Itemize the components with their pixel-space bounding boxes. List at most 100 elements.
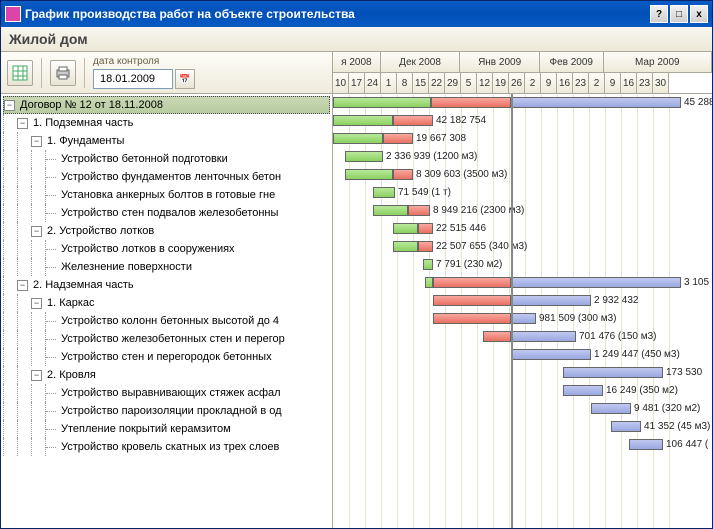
- gantt-bar[interactable]: [345, 169, 393, 180]
- month-header: Фев 2009: [540, 52, 604, 73]
- day-header: 10: [333, 73, 349, 94]
- gantt-bar[interactable]: 19 667 308: [383, 133, 413, 144]
- gantt-bar[interactable]: 71 549 (1 т): [373, 187, 395, 198]
- tree-row[interactable]: −1. Каркас: [3, 294, 330, 312]
- gantt-bar[interactable]: 22 507 655 (340 м3): [418, 241, 433, 252]
- tree-row[interactable]: −2. Надземная часть: [3, 276, 330, 294]
- bar-value-label: 106 447 (: [666, 439, 708, 450]
- gantt-bar[interactable]: 173 530: [563, 367, 663, 378]
- tree-label: 1. Подземная часть: [31, 116, 135, 130]
- separator: [41, 58, 42, 88]
- tree-row[interactable]: Утепление покрытий керамзитом: [3, 420, 330, 438]
- tree-row[interactable]: Устройство колонн бетонных высотой до 4: [3, 312, 330, 330]
- gantt-row: 106 447 (: [333, 436, 712, 454]
- day-header: 15: [413, 73, 429, 94]
- tree-label: Устройство стен и перегородок бетонных: [59, 350, 274, 364]
- tree-row[interactable]: −2. Устройство лотков: [3, 222, 330, 240]
- print-button[interactable]: [50, 60, 76, 86]
- gantt-bar[interactable]: [433, 277, 511, 288]
- help-button[interactable]: ?: [650, 5, 668, 23]
- tree-label: Устройство фундаментов ленточных бетон: [59, 170, 283, 184]
- bar-value-label: 9 481 (320 м2): [634, 403, 700, 414]
- gantt-bar[interactable]: 106 447 (: [629, 439, 663, 450]
- tree-row[interactable]: Устройство выравнивающих стяжек асфал: [3, 384, 330, 402]
- gantt-bar[interactable]: [483, 331, 511, 342]
- print-icon: [55, 65, 71, 81]
- tree-toggle[interactable]: −: [31, 298, 42, 309]
- tree-row[interactable]: Устройство стен подвалов железобетонны: [3, 204, 330, 222]
- gantt-bar[interactable]: 9 481 (320 м2): [591, 403, 631, 414]
- gantt-bar[interactable]: 3 105 962: [511, 277, 681, 288]
- tree-row[interactable]: −1. Фундаменты: [3, 132, 330, 150]
- day-header: 30: [653, 73, 669, 94]
- gantt-bar[interactable]: [393, 223, 418, 234]
- bar-value-label: 45 288 71: [684, 97, 712, 108]
- tree-toggle[interactable]: −: [31, 136, 42, 147]
- gantt-bar[interactable]: 16 249 (350 м2): [563, 385, 603, 396]
- gantt-chart[interactable]: 45 288 71 42 182 754 19 667 3082 336 939 (…: [333, 94, 712, 528]
- gantt-bar[interactable]: 7 791 (230 м2): [423, 259, 433, 270]
- day-header: 1: [381, 73, 397, 94]
- gantt-bar[interactable]: 41 352 (45 м3): [611, 421, 641, 432]
- gantt-bar[interactable]: 701 476 (150 м3): [511, 331, 576, 342]
- bar-value-label: 41 352 (45 м3): [644, 421, 710, 432]
- toolbar: дата контроля 📅: [1, 52, 332, 94]
- tree-label: Договор № 12 от 18.11.2008: [18, 98, 165, 112]
- tree-toggle[interactable]: −: [17, 280, 28, 291]
- gantt-bar[interactable]: [431, 97, 511, 108]
- gantt-row: 8 309 603 (3500 м3): [333, 166, 712, 184]
- gantt-bar[interactable]: [373, 205, 408, 216]
- close-button[interactable]: x: [690, 5, 708, 23]
- tree-toggle[interactable]: −: [17, 118, 28, 129]
- gantt-bar[interactable]: [333, 97, 431, 108]
- tree-row[interactable]: Устройство пароизоляции прокладной в од: [3, 402, 330, 420]
- gantt-bar[interactable]: [433, 295, 511, 306]
- grid-icon: [12, 65, 28, 81]
- gantt-bar[interactable]: 22 515 446: [418, 223, 433, 234]
- tree-row[interactable]: −1. Подземная часть: [3, 114, 330, 132]
- gantt-bar[interactable]: 981 509 (300 м3): [511, 313, 536, 324]
- control-date-line: [511, 94, 513, 528]
- gantt-bar[interactable]: 45 288 71: [511, 97, 681, 108]
- calendar-button[interactable]: 📅: [175, 69, 195, 89]
- gantt-bar[interactable]: 1 249 447 (450 м3): [511, 349, 591, 360]
- restore-button[interactable]: □: [670, 5, 688, 23]
- tree-row[interactable]: Установка анкерных болтов в готовые гне: [3, 186, 330, 204]
- tree-row[interactable]: Устройство фундаментов ленточных бетон: [3, 168, 330, 186]
- gantt-bar[interactable]: 8 309 603 (3500 м3): [393, 169, 413, 180]
- tree-label: 1. Фундаменты: [45, 134, 126, 148]
- tree-row[interactable]: Железнение поверхности: [3, 258, 330, 276]
- tree-toggle[interactable]: −: [31, 226, 42, 237]
- tree-label: Устройство выравнивающих стяжек асфал: [59, 386, 283, 400]
- separator: [84, 58, 85, 88]
- month-header: я 2008: [333, 52, 381, 73]
- gantt-row: 2 932 432: [333, 292, 712, 310]
- gantt-bar[interactable]: [433, 313, 511, 324]
- calendar-icon: 📅: [179, 74, 190, 85]
- tree-toggle[interactable]: −: [4, 100, 15, 111]
- gantt-row: 9 481 (320 м2): [333, 400, 712, 418]
- tree-row[interactable]: −2. Кровля: [3, 366, 330, 384]
- gantt-bar[interactable]: [333, 115, 393, 126]
- gantt-bar[interactable]: 2 932 432: [511, 295, 591, 306]
- gantt-bar[interactable]: 8 949 216 (2300 м3): [408, 205, 430, 216]
- tree-row[interactable]: Устройство лотков в сооружениях: [3, 240, 330, 258]
- gantt-bar[interactable]: [425, 277, 433, 288]
- tree-toggle[interactable]: −: [31, 370, 42, 381]
- control-date-input[interactable]: [93, 69, 173, 89]
- gantt-bar[interactable]: [393, 241, 418, 252]
- gantt-row: 1 249 447 (450 м3): [333, 346, 712, 364]
- gantt-bar[interactable]: 2 336 939 (1200 м3): [345, 151, 383, 162]
- tree-row[interactable]: Устройство бетонной подготовки: [3, 150, 330, 168]
- gantt-row: 7 791 (230 м2): [333, 256, 712, 274]
- tree-row[interactable]: Устройство кровель скатных из трех слоев: [3, 438, 330, 456]
- content-area: дата контроля 📅 −Договор № 12 от 18.11.2…: [1, 52, 712, 528]
- tree-row[interactable]: Устройство железобетонных стен и перегор: [3, 330, 330, 348]
- tree-row[interactable]: Устройство стен и перегородок бетонных: [3, 348, 330, 366]
- task-tree[interactable]: −Договор № 12 от 18.11.2008−1. Подземная…: [1, 94, 332, 528]
- gantt-bar[interactable]: 42 182 754: [393, 115, 433, 126]
- grid-button[interactable]: [7, 60, 33, 86]
- tree-row[interactable]: −Договор № 12 от 18.11.2008: [3, 96, 330, 114]
- gantt-bar[interactable]: [333, 133, 383, 144]
- gantt-row: 701 476 (150 м3): [333, 328, 712, 346]
